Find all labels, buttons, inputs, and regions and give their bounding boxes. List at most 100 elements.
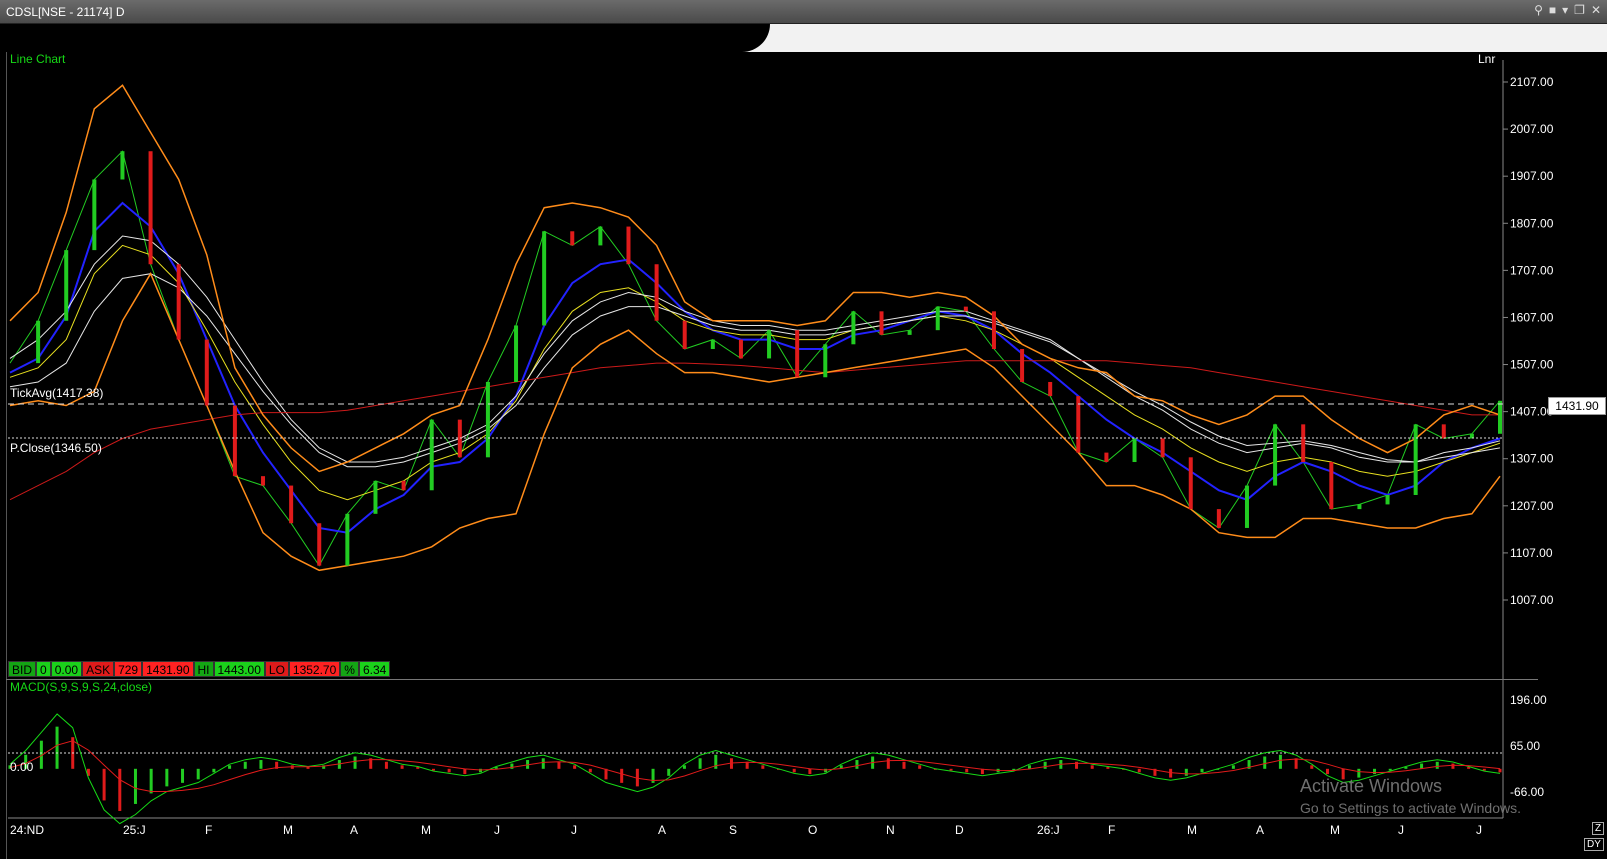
- macd-histogram-bar: [792, 768, 796, 773]
- x-tick-label: S: [729, 823, 737, 837]
- pct-label: %: [340, 661, 359, 677]
- macd-histogram-bar: [1373, 768, 1377, 775]
- candle-body: [1216, 509, 1221, 528]
- x-tick-label: M: [421, 823, 431, 837]
- macd-histogram-bar: [1200, 768, 1204, 773]
- candle-body: [120, 151, 125, 180]
- macd-histogram-bar: [761, 765, 765, 769]
- candle-body: [626, 226, 631, 265]
- candle-body: [345, 513, 350, 566]
- price-chart[interactable]: 2107.00 2007.00 1907.00 1807.00 1707.00 1607.…: [0, 0, 1607, 859]
- candle-body: [935, 306, 940, 331]
- bid-label: BID: [8, 661, 37, 677]
- candle-body: [907, 330, 912, 335]
- y-tick-label: 1707.00: [1510, 263, 1554, 277]
- candle-body: [92, 179, 97, 251]
- candle-body: [991, 311, 996, 350]
- lo-value: 1352.70: [288, 661, 341, 677]
- period-button[interactable]: DY: [1584, 838, 1604, 851]
- candle-body: [1104, 452, 1109, 463]
- candle-body: [36, 320, 41, 364]
- candle-body: [261, 476, 266, 486]
- macd-histogram-bar: [306, 767, 310, 769]
- macd-histogram-bar: [541, 758, 545, 769]
- x-tick-label: A: [350, 823, 358, 837]
- candle-body: [485, 381, 490, 458]
- macd-histogram-bar: [1435, 761, 1439, 769]
- candle-body: [823, 344, 828, 378]
- candle-body: [373, 480, 378, 514]
- macd-histogram-bar: [118, 768, 122, 811]
- macd-histogram-bar: [682, 765, 686, 769]
- x-tick-label: F: [205, 823, 212, 837]
- candle-body: [1048, 381, 1053, 397]
- macd-histogram-bar: [400, 765, 404, 769]
- prevclose-label: P.Close(1346.50): [10, 441, 102, 455]
- y-tick-label: 2007.00: [1510, 122, 1554, 136]
- macd-histogram-bar: [1137, 768, 1141, 773]
- macd-signal-line: [9, 740, 1501, 792]
- watermark-title: Activate Windows: [1300, 776, 1443, 796]
- x-tick-label: F: [1108, 823, 1115, 837]
- macd-histogram-bar: [604, 768, 608, 780]
- pct-value: 6.34: [358, 661, 391, 677]
- pane-divider[interactable]: [6, 679, 1538, 680]
- macd-histogram-bar: [902, 761, 906, 769]
- y-tick-label: 1007.00: [1510, 593, 1554, 607]
- x-tick-label: D: [955, 823, 964, 837]
- chart-type-label[interactable]: Line Chart: [10, 52, 65, 66]
- macd-histogram-bar: [573, 765, 577, 769]
- candle-body: [1273, 424, 1278, 486]
- macd-histogram-bar: [1090, 765, 1094, 769]
- candle-body: [148, 151, 153, 265]
- macd-histogram-bar: [965, 768, 969, 773]
- candle-body: [1076, 396, 1081, 453]
- price-series-line: [9, 150, 1501, 567]
- candle-body: [1188, 457, 1193, 510]
- candle-body: [654, 264, 659, 321]
- y-tick-label: 1607.00: [1510, 310, 1554, 324]
- scale-label[interactable]: Lnr: [1478, 52, 1495, 66]
- candle-body: [1441, 424, 1446, 439]
- macd-zero-label: 0.00: [10, 760, 34, 774]
- x-tick-label: N: [886, 823, 895, 837]
- macd-histogram-bar: [1294, 758, 1298, 769]
- y-tick-label: 1807.00: [1510, 216, 1554, 230]
- macd-histogram-bar: [1106, 767, 1110, 769]
- x-tick-label: 26:J: [1037, 823, 1060, 837]
- candle-body: [1020, 349, 1025, 382]
- y-tick-label: 1507.00: [1510, 358, 1554, 372]
- y-tick-label: 2107.00: [1510, 75, 1554, 89]
- macd-histogram-bar: [212, 768, 216, 773]
- x-tick-label: J: [571, 823, 577, 837]
- x-tick-label: A: [1256, 823, 1264, 837]
- ask-qty: 729: [114, 661, 143, 677]
- macd-histogram-bar: [1169, 768, 1173, 778]
- x-tick-label: M: [283, 823, 293, 837]
- candle-body: [204, 339, 209, 406]
- quote-strip: BID 0 0.00 ASK 729 1431.90 HI 1443.00 LO…: [8, 661, 391, 677]
- macd-histogram-bar: [620, 768, 624, 783]
- candle-body: [1498, 400, 1502, 434]
- macd-histogram-bar: [667, 768, 671, 776]
- bid-price: 0.00: [50, 661, 83, 677]
- candle-body: [710, 339, 715, 350]
- y-tick-label: 1907.00: [1510, 169, 1554, 183]
- macd-histogram-bar: [698, 758, 702, 769]
- macd-histogram-bar: [463, 768, 467, 775]
- candle-body: [1132, 438, 1137, 463]
- macd-histogram-bar: [1043, 761, 1047, 769]
- x-tick-label: M: [1330, 823, 1340, 837]
- macd-histogram-bar: [228, 765, 232, 769]
- candle-body: [514, 325, 519, 382]
- macd-histogram-bar: [1310, 765, 1314, 769]
- macd-histogram-bar: [133, 768, 137, 804]
- macd-y-tick-label: 65.00: [1510, 739, 1540, 753]
- zoom-button[interactable]: Z: [1592, 822, 1605, 835]
- x-tick-label: J: [494, 823, 500, 837]
- macd-y-tick-label: -66.00: [1510, 785, 1544, 799]
- x-tick-label: 24:ND: [10, 823, 44, 837]
- x-tick-label: A: [658, 823, 666, 837]
- candle-body: [1160, 438, 1165, 458]
- macd-label[interactable]: MACD(S,9,S,9,S,24,close): [10, 680, 152, 694]
